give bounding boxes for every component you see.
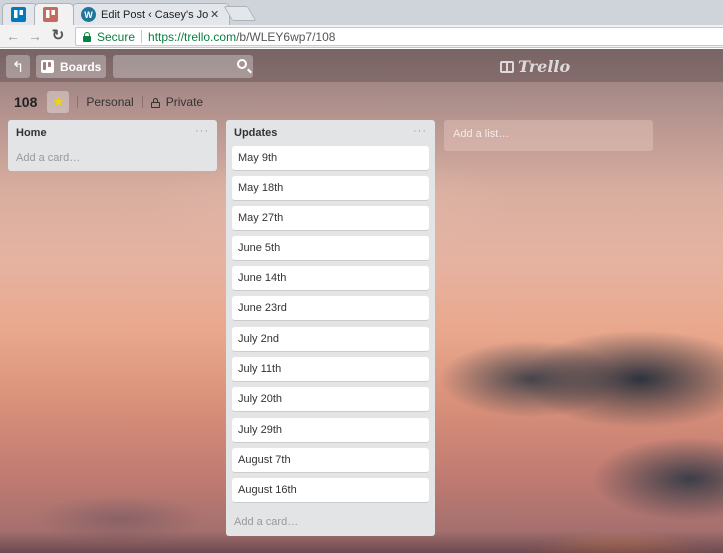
search-input[interactable] [113, 55, 253, 78]
star-icon[interactable]: ★ [47, 91, 70, 113]
list-home: Home ··· Add a card… [8, 120, 217, 171]
boards-button[interactable]: Boards [36, 55, 106, 78]
back-arrow-icon[interactable]: ← [5, 28, 21, 44]
browser-tab-wordpress[interactable]: W Edit Post ‹ Casey's Journ ✕ [72, 3, 230, 25]
visibility-label: Private [165, 95, 204, 109]
list-title[interactable]: Updates [234, 127, 277, 139]
list-card[interactable]: August 16th [232, 478, 429, 503]
list-card[interactable]: June 23rd [232, 296, 429, 321]
list-card[interactable]: June 14th [232, 266, 429, 291]
list-card[interactable]: May 27th [232, 206, 429, 231]
trello-board-page: ↰ Boards Trello 108 ★ Personal Private H… [0, 49, 723, 553]
browser-toolbar: ← → ↻ Secure https://trello.com/b/WLEY6w… [0, 25, 723, 48]
list-menu-icon[interactable]: ··· [195, 125, 209, 137]
padlock-icon [150, 97, 160, 108]
list-card[interactable]: July 20th [232, 387, 429, 412]
tab-close-icon[interactable]: ✕ [210, 8, 219, 21]
browser-tab-trello-1[interactable] [2, 3, 38, 25]
browser-tab-strip: W Edit Post ‹ Casey's Journ ✕ [0, 0, 723, 25]
reload-icon[interactable]: ↻ [50, 28, 66, 44]
divider [77, 96, 79, 108]
wordpress-icon: W [81, 7, 96, 22]
trello-logo[interactable]: Trello [500, 57, 570, 76]
trello-logo-text: Trello [518, 57, 571, 76]
url-origin: https://trello.com [148, 29, 237, 44]
list-card[interactable]: August 7th [232, 448, 429, 473]
list-card[interactable]: June 5th [232, 236, 429, 261]
list-title[interactable]: Home [16, 127, 47, 139]
secure-label: Secure [97, 29, 136, 44]
back-arrow-icon: ↰ [11, 58, 25, 76]
add-list-label: Add a list… [453, 128, 510, 140]
trello-icon [43, 7, 58, 22]
back-button[interactable]: ↰ [6, 55, 30, 78]
board-header: 108 ★ Personal Private [0, 89, 723, 115]
list-card[interactable]: July 29th [232, 418, 429, 443]
board-visibility-button[interactable]: Private [150, 95, 204, 109]
list-card[interactable]: July 11th [232, 357, 429, 382]
board-team-link[interactable]: Personal [86, 95, 133, 109]
browser-tab-trello-2[interactable] [34, 3, 74, 25]
board-title[interactable]: 108 [14, 94, 37, 110]
trello-header: ↰ Boards Trello [0, 49, 723, 82]
list-card[interactable]: May 18th [232, 176, 429, 201]
boards-label: Boards [60, 59, 102, 74]
address-bar[interactable]: Secure https://trello.com/b/WLEY6wp7/108 [75, 27, 723, 46]
add-list-button[interactable]: Add a list… [444, 120, 653, 151]
list-card[interactable]: July 2nd [232, 327, 429, 352]
list-menu-icon[interactable]: ··· [413, 125, 427, 137]
boards-icon [41, 60, 54, 73]
lock-icon [82, 31, 92, 42]
add-card-link[interactable]: Add a card… [16, 152, 80, 164]
search-icon[interactable] [237, 59, 247, 69]
add-card-link[interactable]: Add a card… [234, 516, 298, 528]
tab-title: Edit Post ‹ Casey's Journ [101, 8, 208, 21]
trello-icon [11, 7, 26, 22]
forward-arrow-icon[interactable]: → [27, 28, 43, 44]
list-updates: Updates ··· May 9th May 18th May 27th Ju… [226, 120, 435, 536]
divider [141, 30, 143, 43]
url-path: /b/WLEY6wp7/108 [236, 29, 336, 44]
list-card[interactable]: May 9th [232, 146, 429, 171]
divider [141, 96, 143, 108]
trello-logo-icon [500, 60, 514, 73]
